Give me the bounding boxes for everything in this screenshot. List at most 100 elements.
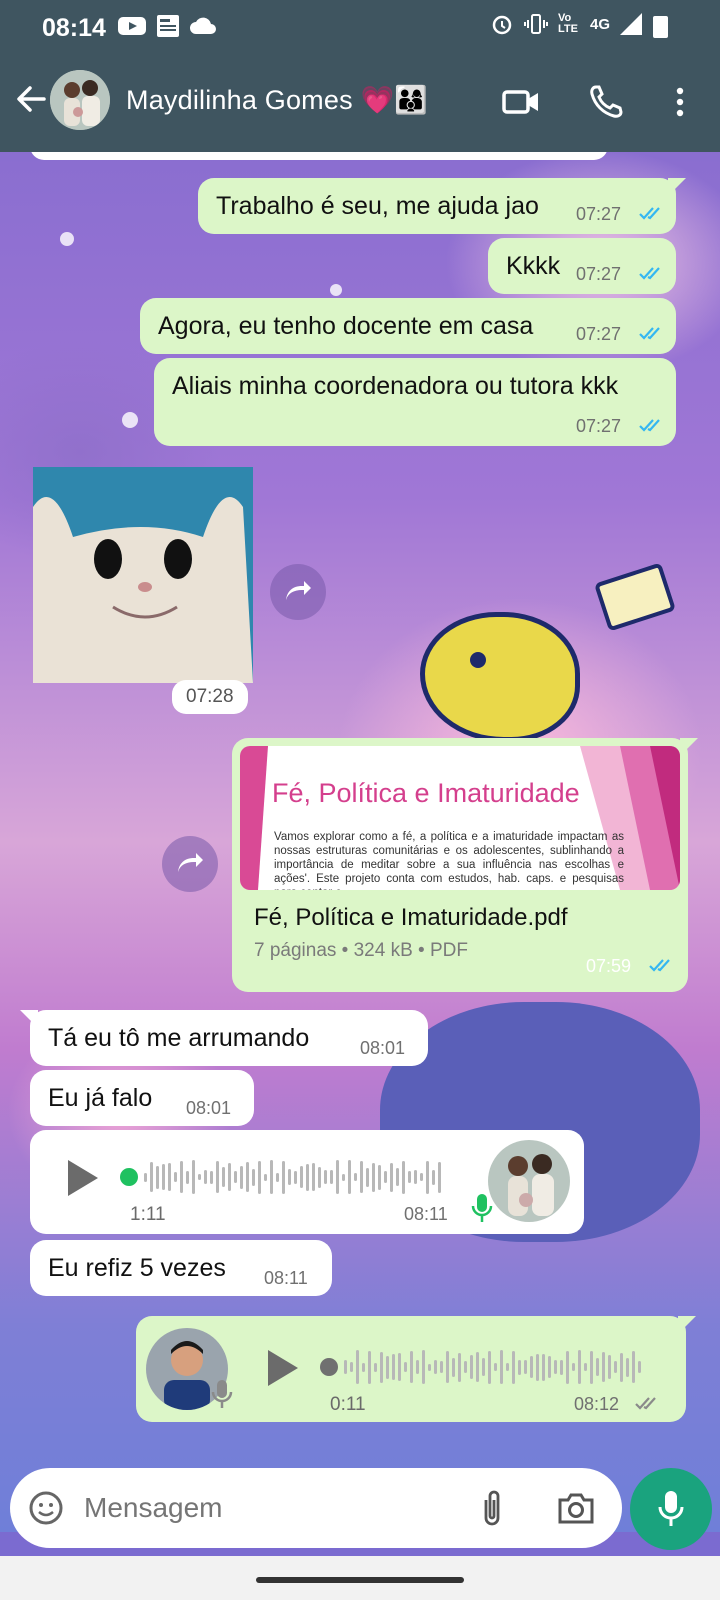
- waveform-bar: [614, 1361, 617, 1373]
- sender-avatar: [488, 1140, 570, 1222]
- camera-icon[interactable]: [556, 1490, 596, 1526]
- wallpaper-shape: [60, 232, 74, 246]
- waveform-bar: [620, 1352, 623, 1382]
- audio-waveform[interactable]: [344, 1346, 641, 1388]
- message-time: 08:11: [404, 1204, 448, 1224]
- video-call-icon[interactable]: [500, 80, 544, 124]
- message-time: 08:01: [360, 1038, 406, 1058]
- waveform-bar: [626, 1357, 629, 1377]
- waveform-bar: [482, 1358, 485, 1376]
- read-ticks-icon: [639, 207, 660, 220]
- waveform-bar: [542, 1353, 545, 1381]
- message-composer[interactable]: [10, 1468, 622, 1548]
- waveform-bar: [560, 1359, 563, 1375]
- attach-icon[interactable]: [480, 1488, 504, 1528]
- play-icon[interactable]: [268, 1350, 298, 1386]
- waveform-bar: [380, 1351, 383, 1383]
- waveform-bar: [438, 1161, 441, 1193]
- waveform-bar: [488, 1350, 491, 1384]
- document-preview[interactable]: Fé, Política e Imaturidade Vamos explora…: [240, 746, 680, 890]
- bubble-tail: [678, 1316, 696, 1334]
- signal-icon: [620, 13, 642, 35]
- document-meta: 7 páginas • 324 kB • PDF: [254, 940, 468, 961]
- waveform-bar: [300, 1166, 303, 1188]
- waveform-bar: [446, 1351, 449, 1383]
- waveform-bar: [476, 1352, 479, 1382]
- audio-waveform[interactable]: [144, 1156, 441, 1198]
- waveform-bar: [536, 1353, 539, 1381]
- waveform-bar: [306, 1163, 309, 1191]
- wallpaper-shape: [470, 652, 486, 668]
- back-arrow-icon[interactable]: [14, 82, 48, 116]
- waveform-bar: [294, 1170, 297, 1184]
- audio-progress-dot[interactable]: [120, 1168, 138, 1186]
- waveform-bar: [512, 1350, 515, 1384]
- waveform-bar: [324, 1170, 327, 1184]
- waveform-bar: [402, 1160, 405, 1194]
- waveform-bar: [180, 1161, 183, 1193]
- waveform-bar: [168, 1163, 171, 1191]
- wallpaper-shape: [420, 612, 580, 742]
- contact-name[interactable]: Maydilinha Gomes 💗👨‍👩‍👦: [126, 84, 428, 116]
- message-bubble[interactable]: Agora, eu tenho docente em casa 07:27: [140, 298, 676, 354]
- message-input[interactable]: [84, 1492, 454, 1524]
- voice-message[interactable]: 0:11 08:12: [136, 1316, 696, 1422]
- waveform-bar: [198, 1174, 201, 1180]
- waveform-bar: [282, 1160, 285, 1194]
- youtube-icon: [118, 17, 146, 35]
- waveform-bar: [264, 1173, 267, 1181]
- voice-message[interactable]: 1:11 08:11: [30, 1130, 584, 1234]
- message-bubble[interactable]: Kkkk 07:27: [488, 238, 676, 294]
- audio-progress-dot[interactable]: [320, 1358, 338, 1376]
- forward-button[interactable]: [162, 836, 218, 892]
- waveform-bar: [210, 1170, 213, 1184]
- message-bubble[interactable]: Tá eu tô me arrumando 08:01: [20, 1010, 428, 1066]
- waveform-bar: [458, 1352, 461, 1382]
- waveform-bar: [386, 1355, 389, 1379]
- contact-avatar[interactable]: [50, 70, 110, 130]
- waveform-bar: [420, 1173, 423, 1181]
- waveform-bar: [530, 1356, 533, 1378]
- waveform-bar: [422, 1350, 425, 1384]
- forward-button[interactable]: [270, 564, 326, 620]
- waveform-bar: [276, 1172, 279, 1182]
- play-icon[interactable]: [68, 1160, 98, 1196]
- waveform-bar: [344, 1360, 347, 1374]
- network-label: 4G: [589, 15, 610, 33]
- wallpaper-shape: [330, 284, 342, 296]
- waveform-bar: [356, 1350, 359, 1384]
- home-gesture-handle[interactable]: [256, 1577, 464, 1583]
- record-voice-button[interactable]: [630, 1468, 712, 1550]
- message-time: 08:11: [264, 1268, 308, 1288]
- waveform-bar: [464, 1361, 467, 1373]
- message-bubble[interactable]: Aliais minha coordenadora ou tutora kkk …: [154, 358, 676, 446]
- more-vert-icon[interactable]: [658, 80, 702, 124]
- waveform-bar: [368, 1350, 371, 1384]
- message-bubble-partial[interactable]: [30, 152, 608, 160]
- read-ticks-icon: [649, 959, 670, 972]
- message-time: 07:27: [576, 324, 622, 344]
- waveform-bar: [396, 1168, 399, 1186]
- waveform-bar: [390, 1162, 393, 1192]
- waveform-bar: [216, 1161, 219, 1193]
- phone-icon[interactable]: [584, 80, 628, 124]
- waveform-bar: [584, 1363, 587, 1371]
- message-bubble[interactable]: Eu já falo 08:01: [30, 1070, 254, 1126]
- document-filename: Fé, Política e Imaturidade.pdf: [254, 904, 568, 931]
- message-text: Kkkk: [506, 252, 561, 280]
- waveform-bar: [440, 1361, 443, 1373]
- message-time: 07:27: [576, 416, 622, 436]
- waveform-bar: [470, 1355, 473, 1379]
- sticker-image[interactable]: [33, 467, 253, 683]
- message-time: 08:01: [186, 1098, 232, 1118]
- message-bubble[interactable]: Trabalho é seu, me ajuda jao 07:27: [198, 178, 686, 234]
- sticker-icon[interactable]: [28, 1490, 64, 1526]
- forward-icon: [178, 853, 203, 872]
- chat-area[interactable]: Trabalho é seu, me ajuda jao 07:27 Kkkk …: [0, 152, 720, 1532]
- waveform-bar: [360, 1161, 363, 1193]
- message-bubble[interactable]: Eu refiz 5 vezes 08:11: [30, 1240, 332, 1296]
- waveform-bar: [638, 1361, 641, 1373]
- document-preview-title: Fé, Política e Imaturidade: [272, 778, 580, 808]
- document-message[interactable]: Fé, Política e Imaturidade Vamos explora…: [232, 738, 698, 992]
- delivered-ticks-icon: [635, 1397, 656, 1410]
